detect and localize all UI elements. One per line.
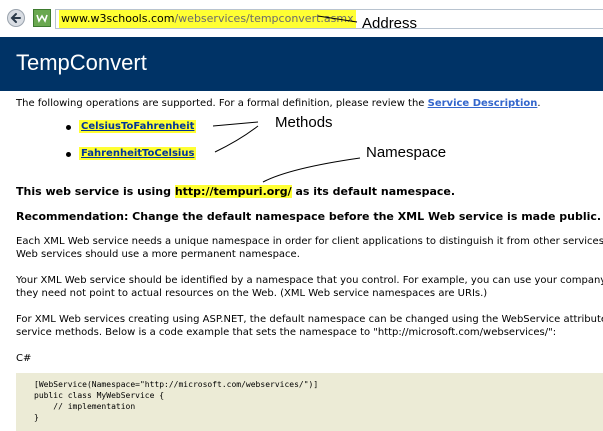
methods-pointer-line-1 — [212, 121, 259, 127]
annotation-arrows — [212, 15, 361, 183]
namespace-pointer-line — [262, 157, 361, 183]
namespace-callout-label: Namespace — [366, 144, 447, 161]
address-pointer-line — [317, 15, 358, 23]
methods-callout-label: Methods — [275, 114, 333, 131]
methods-pointer-line-2 — [214, 125, 259, 153]
address-callout-label: Address — [362, 15, 418, 32]
